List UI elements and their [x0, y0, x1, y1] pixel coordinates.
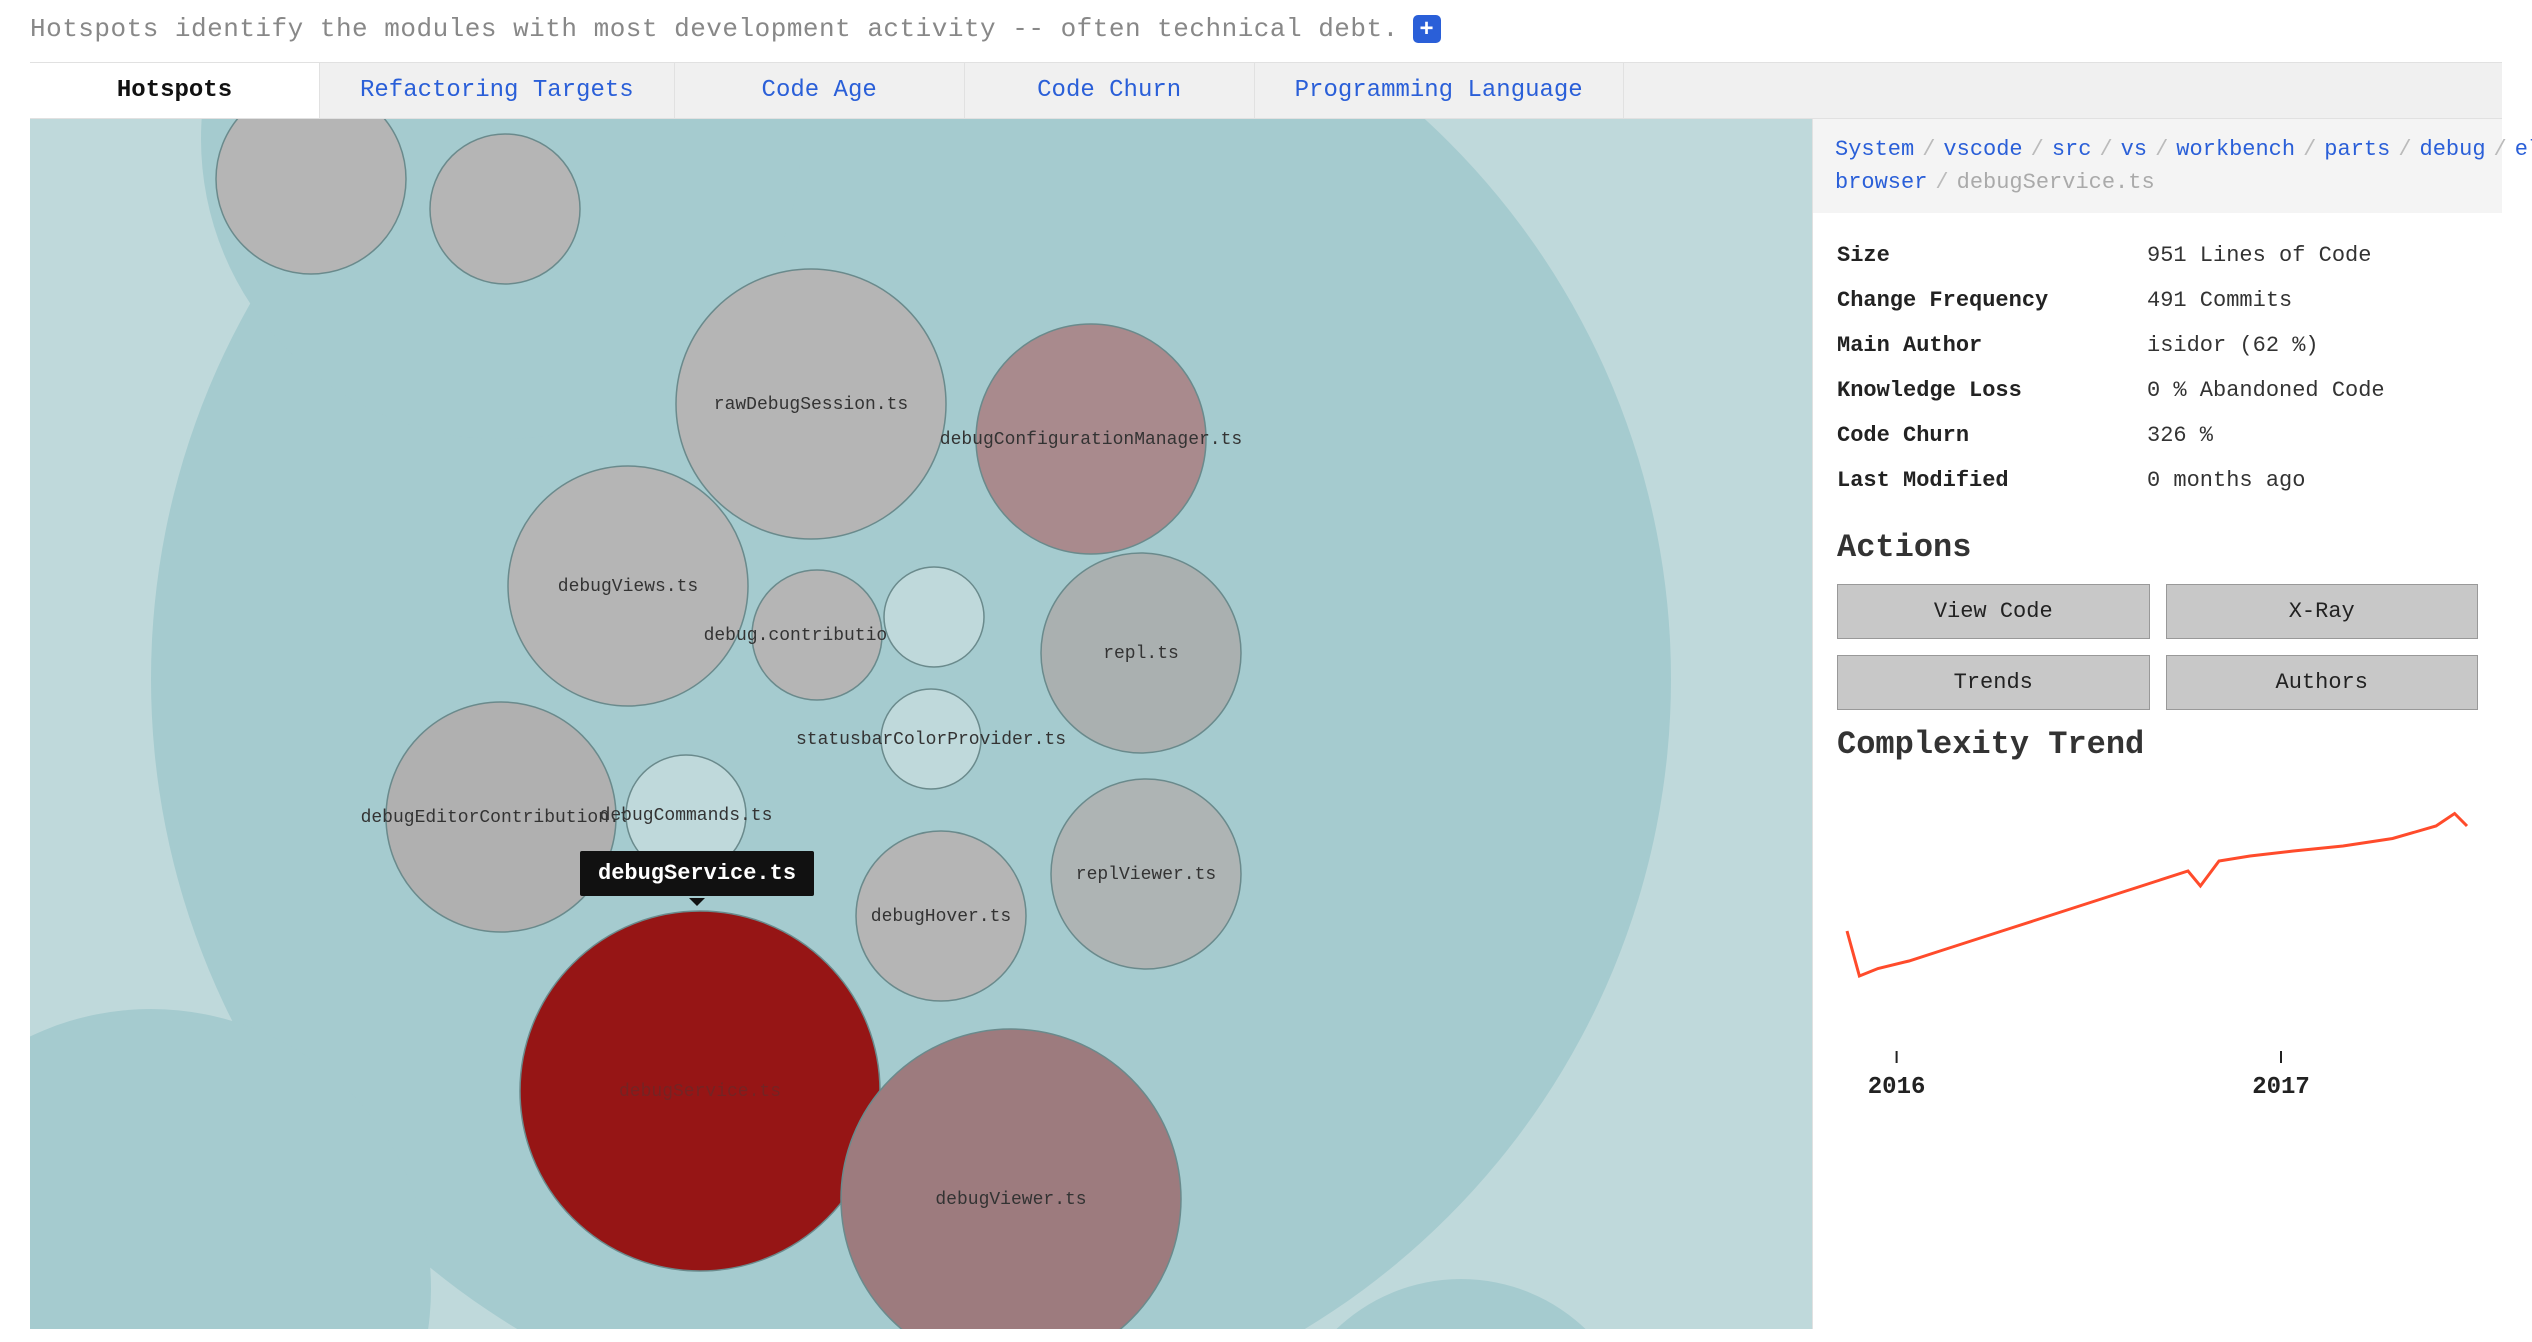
metric-label: Size — [1837, 243, 2147, 268]
metric-row: Change Frequency491 Commits — [1837, 278, 2478, 323]
breadcrumb-item[interactable]: src — [2052, 137, 2092, 162]
breadcrumb-separator: / — [1922, 137, 1935, 162]
main-content: rawDebugSession.tsdebugConfigurationMana… — [30, 119, 2502, 1329]
metric-value: isidor (62 %) — [2147, 333, 2319, 358]
metric-row: Size951 Lines of Code — [1837, 233, 2478, 278]
metric-row: Knowledge Loss0 % Abandoned Code — [1837, 368, 2478, 413]
breadcrumb-item[interactable]: parts — [2324, 137, 2390, 162]
hotspot-node[interactable] — [881, 689, 981, 789]
breadcrumb-item: debugService.ts — [1957, 170, 2155, 195]
hotspot-node[interactable] — [976, 324, 1206, 554]
complexity-heading: Complexity Trend — [1813, 710, 2502, 781]
tabbar: HotspotsRefactoring TargetsCode AgeCode … — [30, 62, 2502, 119]
hotspot-node[interactable] — [520, 911, 880, 1271]
metric-value: 326 % — [2147, 423, 2213, 448]
hotspot-node[interactable] — [626, 755, 746, 875]
tabbar-fill — [1624, 63, 2502, 118]
actions-heading: Actions — [1813, 513, 2502, 584]
breadcrumb-item[interactable]: System — [1835, 137, 1914, 162]
metrics-table: Size951 Lines of CodeChange Frequency491… — [1813, 213, 2502, 513]
metric-value: 0 % Abandoned Code — [2147, 378, 2385, 403]
metric-value: 491 Commits — [2147, 288, 2292, 313]
x-ray-button[interactable]: X-Ray — [2166, 584, 2479, 639]
breadcrumb-separator: / — [2031, 137, 2044, 162]
breadcrumb-separator: / — [2494, 137, 2507, 162]
metric-label: Main Author — [1837, 333, 2147, 358]
breadcrumb-separator: / — [2155, 137, 2168, 162]
hotspot-node[interactable] — [430, 134, 580, 284]
breadcrumb-separator: / — [1935, 170, 1948, 195]
trend-line — [1847, 814, 2467, 977]
hotspot-node[interactable] — [676, 269, 946, 539]
authors-button[interactable]: Authors — [2166, 655, 2479, 710]
hotspot-node[interactable] — [386, 702, 616, 932]
breadcrumb-item[interactable]: workbench — [2176, 137, 2295, 162]
x-tick-label: 2017 — [2252, 1074, 2310, 1101]
complexity-svg: 2016 2017 — [1837, 781, 2477, 1121]
breadcrumb-separator: / — [2398, 137, 2411, 162]
page-description: Hotspots identify the modules with most … — [0, 0, 2532, 62]
breadcrumb-item[interactable]: debug — [2420, 137, 2486, 162]
breadcrumb-item[interactable]: vs — [2121, 137, 2147, 162]
detail-sidebar: System/vscode/src/vs/workbench/parts/deb… — [1812, 119, 2502, 1329]
metric-row: Code Churn326 % — [1837, 413, 2478, 458]
action-buttons: View Code X-Ray Trends Authors — [1813, 584, 2502, 710]
tab-code-age[interactable]: Code Age — [675, 63, 965, 118]
tab-programming-language[interactable]: Programming Language — [1255, 63, 1624, 118]
metric-value: 951 Lines of Code — [2147, 243, 2371, 268]
hotspot-node[interactable] — [1041, 553, 1241, 753]
metric-label: Change Frequency — [1837, 288, 2147, 313]
hotspot-node[interactable] — [508, 466, 748, 706]
x-tick-label: 2016 — [1868, 1074, 1926, 1101]
metric-label: Knowledge Loss — [1837, 378, 2147, 403]
hotspot-svg: rawDebugSession.tsdebugConfigurationMana… — [30, 119, 1812, 1329]
breadcrumb-item[interactable]: vscode — [1943, 137, 2022, 162]
hotspot-node[interactable] — [856, 831, 1026, 1001]
expand-icon[interactable]: + — [1413, 15, 1441, 43]
metric-value: 0 months ago — [2147, 468, 2305, 493]
hotspot-node[interactable] — [884, 567, 984, 667]
hotspot-visualization[interactable]: rawDebugSession.tsdebugConfigurationMana… — [30, 119, 1812, 1329]
tab-refactoring-targets[interactable]: Refactoring Targets — [320, 63, 675, 118]
tab-code-churn[interactable]: Code Churn — [965, 63, 1255, 118]
hotspot-node[interactable] — [1051, 779, 1241, 969]
trends-button[interactable]: Trends — [1837, 655, 2150, 710]
metric-row: Last Modified0 months ago — [1837, 458, 2478, 503]
breadcrumb-separator: / — [2303, 137, 2316, 162]
metric-label: Last Modified — [1837, 468, 2147, 493]
tab-hotspots[interactable]: Hotspots — [30, 63, 320, 118]
view-code-button[interactable]: View Code — [1837, 584, 2150, 639]
complexity-chart: 2016 2017 — [1813, 781, 2502, 1136]
hotspot-node[interactable] — [752, 570, 882, 700]
metric-row: Main Authorisidor (62 %) — [1837, 323, 2478, 368]
metric-label: Code Churn — [1837, 423, 2147, 448]
breadcrumb-separator: / — [2099, 137, 2112, 162]
description-text: Hotspots identify the modules with most … — [30, 14, 1399, 44]
breadcrumb: System/vscode/src/vs/workbench/parts/deb… — [1813, 119, 2502, 213]
